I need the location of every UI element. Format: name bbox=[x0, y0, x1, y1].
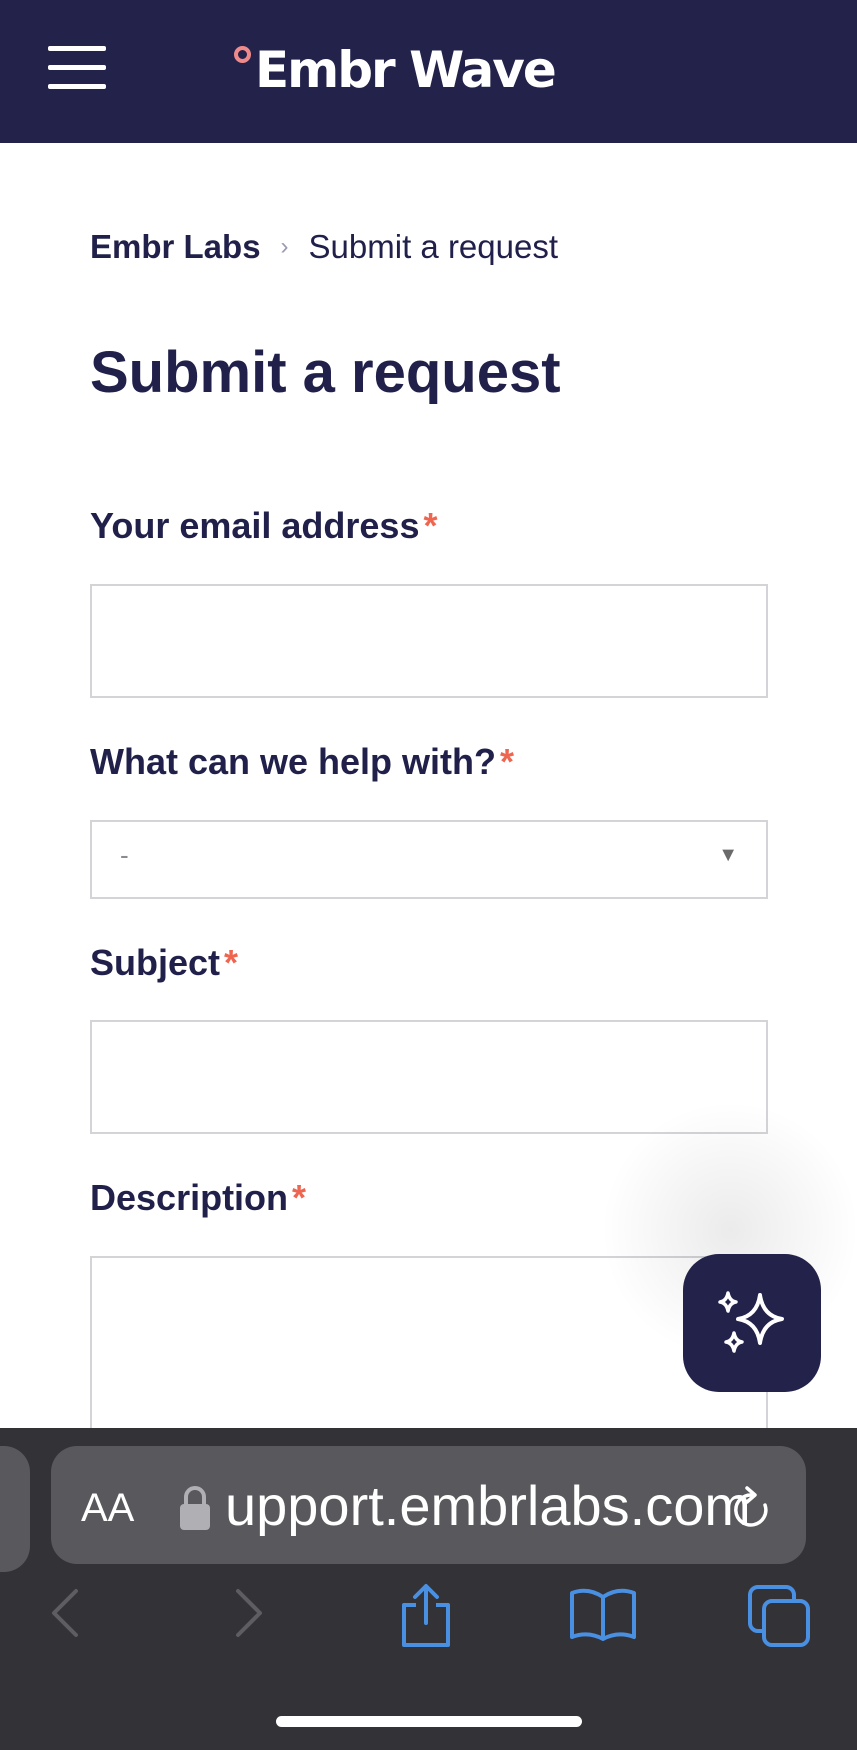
reload-icon[interactable] bbox=[729, 1484, 775, 1534]
breadcrumb: Embr Labs › Submit a request bbox=[90, 228, 558, 266]
address-bar[interactable]: AA support.embrlabs.com bbox=[51, 1446, 806, 1564]
help-topic-select[interactable]: - ▼ bbox=[90, 820, 768, 899]
help-topic-selected-value: - bbox=[120, 840, 129, 870]
logo-dot bbox=[234, 46, 251, 63]
breadcrumb-separator: › bbox=[280, 233, 289, 260]
home-indicator[interactable] bbox=[276, 1716, 582, 1727]
previous-tab-peek[interactable] bbox=[0, 1446, 30, 1572]
description-label-text: Description bbox=[90, 1177, 289, 1218]
required-marker: * bbox=[423, 505, 438, 546]
subject-label: Subject * bbox=[90, 942, 238, 984]
breadcrumb-current: Submit a request bbox=[308, 228, 559, 265]
breadcrumb-root-link[interactable]: Embr Labs bbox=[90, 228, 261, 266]
help-topic-label: What can we help with? * bbox=[90, 741, 514, 783]
lock-icon bbox=[180, 1486, 210, 1530]
text-size-label: AA bbox=[81, 1486, 135, 1530]
forward-icon[interactable] bbox=[228, 1583, 268, 1643]
share-icon[interactable] bbox=[396, 1583, 456, 1649]
help-topic-label-text: What can we help with? bbox=[90, 741, 497, 782]
required-marker: * bbox=[500, 741, 515, 782]
required-marker: * bbox=[224, 942, 239, 983]
description-label: Description * bbox=[90, 1177, 306, 1219]
assistant-button[interactable] bbox=[683, 1254, 821, 1392]
required-marker: * bbox=[292, 1177, 307, 1218]
text-size-button[interactable]: AA bbox=[81, 1486, 134, 1531]
url-value: support.embrlabs.com bbox=[227, 1476, 747, 1536]
back-icon[interactable] bbox=[46, 1583, 86, 1643]
url-text[interactable]: support.embrlabs.com bbox=[227, 1476, 747, 1536]
bookmarks-icon[interactable] bbox=[568, 1583, 638, 1643]
email-field[interactable] bbox=[90, 584, 768, 698]
caret-down-icon: ▼ bbox=[718, 844, 738, 866]
email-label-text: Your email address bbox=[90, 505, 420, 546]
site-header: Embr Wave bbox=[0, 0, 857, 143]
email-label: Your email address * bbox=[90, 505, 437, 547]
brand-logo[interactable]: Embr Wave bbox=[234, 40, 557, 100]
tabs-icon[interactable] bbox=[746, 1583, 814, 1649]
browser-toolbar: AA support.embrlabs.com bbox=[0, 1428, 857, 1750]
sparkles-icon bbox=[718, 1291, 784, 1353]
page-title: Submit a request bbox=[90, 340, 561, 405]
brand-name: Embr Wave bbox=[255, 41, 557, 99]
hamburger-menu-icon[interactable] bbox=[48, 46, 106, 90]
subject-label-text: Subject bbox=[90, 942, 221, 983]
